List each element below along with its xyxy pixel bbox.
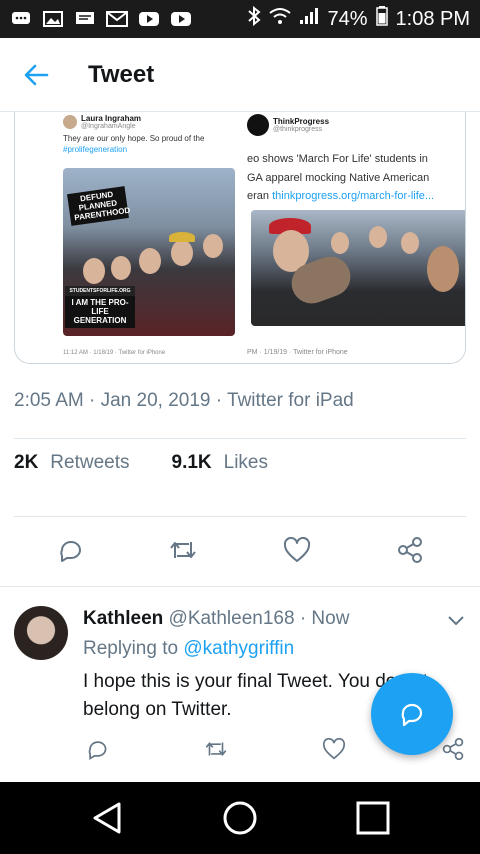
replying-to: Replying to @kathygriffin bbox=[83, 638, 295, 659]
tweet-media[interactable]: Laura Ingraham @IngrahamAngle They are o… bbox=[14, 112, 466, 364]
embedded-author-handle: @IngrahamAngle bbox=[81, 123, 136, 130]
embedded-author-name: ThinkProgress bbox=[273, 117, 330, 126]
reply-time: · Now bbox=[299, 608, 350, 629]
nav-back-icon[interactable] bbox=[85, 796, 129, 840]
nav-recents-icon[interactable] bbox=[351, 796, 395, 840]
likes-count[interactable]: 9.1K bbox=[172, 452, 212, 474]
tweet-stats: 2K Retweets 9.1K Likes bbox=[14, 452, 310, 474]
embedded-footer: PM · 1/19/19 · Twitter for iPhone bbox=[247, 349, 348, 356]
clock: 1:08 PM bbox=[395, 7, 470, 30]
embedded-tweet-text: eo shows 'March For Life' students in GA… bbox=[247, 153, 435, 203]
image-icon bbox=[42, 10, 64, 28]
battery-text: 74% bbox=[327, 7, 368, 30]
back-arrow-icon[interactable] bbox=[18, 57, 54, 93]
sign-defund: DEFUND PLANNED PARENTHOOD bbox=[67, 186, 131, 227]
reply-bubble-icon bbox=[401, 703, 423, 727]
media-image-left[interactable]: Laura Ingraham @IngrahamAngle They are o… bbox=[59, 112, 239, 360]
avatar bbox=[63, 115, 77, 129]
status-bar: 74% 1:08 PM bbox=[0, 0, 480, 38]
share-icon[interactable] bbox=[440, 736, 466, 762]
message-icon bbox=[74, 10, 96, 28]
nav-home-icon[interactable] bbox=[218, 796, 262, 840]
reply-header: Kathleen @Kathleen168 · Now bbox=[83, 608, 349, 630]
like-icon[interactable] bbox=[281, 534, 313, 566]
avatar[interactable] bbox=[14, 606, 68, 660]
retweets-label[interactable]: Retweets bbox=[50, 452, 129, 474]
confrontation-photo bbox=[251, 210, 465, 326]
reply-author-handle: @Kathleen168 bbox=[168, 608, 295, 629]
embedded-tweet-text: They are our only hope. So proud of the … bbox=[63, 134, 205, 154]
protest-photo: DEFUND PLANNED PARENTHOOD STUDENTSFORLIF… bbox=[63, 168, 235, 336]
media-image-right[interactable]: ThinkProgress @thinkprogress eo shows 'M… bbox=[243, 112, 465, 360]
avatar bbox=[247, 114, 269, 136]
reply-icon[interactable] bbox=[54, 534, 86, 566]
page-title: Tweet bbox=[88, 60, 155, 88]
wifi-icon bbox=[269, 7, 292, 31]
retweets-count[interactable]: 2K bbox=[14, 452, 38, 474]
android-nav-bar bbox=[0, 782, 480, 854]
divider bbox=[14, 438, 466, 439]
reply-author-name[interactable]: Kathleen bbox=[83, 608, 163, 629]
bluetooth-icon bbox=[247, 5, 262, 32]
embedded-author-handle: @thinkprogress bbox=[273, 126, 323, 133]
compose-reply-button[interactable] bbox=[371, 673, 453, 755]
retweet-icon[interactable] bbox=[203, 736, 229, 762]
app-bar: Tweet bbox=[0, 38, 480, 112]
like-icon[interactable] bbox=[321, 736, 347, 762]
likes-label[interactable]: Likes bbox=[224, 452, 268, 474]
reply-icon[interactable] bbox=[84, 736, 110, 762]
tweet-timestamp: 2:05 AM · Jan 20, 2019 · Twitter for iPa… bbox=[14, 390, 354, 411]
battery-icon bbox=[375, 6, 388, 32]
divider bbox=[14, 516, 466, 517]
retweet-icon[interactable] bbox=[167, 534, 199, 566]
embedded-author-name: Laura Ingraham bbox=[81, 114, 142, 123]
signal-icon bbox=[299, 7, 319, 31]
mention-link[interactable]: @kathygriffin bbox=[183, 638, 294, 659]
gmail-icon bbox=[106, 10, 128, 28]
tweet-actions bbox=[54, 534, 426, 566]
embedded-footer: 11:12 AM · 1/18/19 · Twitter for iPhone bbox=[63, 350, 166, 356]
sign-prolife: I AM THE PRO-LIFE GENERATION bbox=[65, 296, 135, 329]
youtube-icon bbox=[138, 10, 160, 28]
divider bbox=[0, 586, 480, 587]
youtube-icon bbox=[170, 10, 192, 28]
chevron-down-icon[interactable] bbox=[446, 610, 466, 630]
share-icon[interactable] bbox=[394, 534, 426, 566]
chat-icon bbox=[10, 10, 32, 28]
